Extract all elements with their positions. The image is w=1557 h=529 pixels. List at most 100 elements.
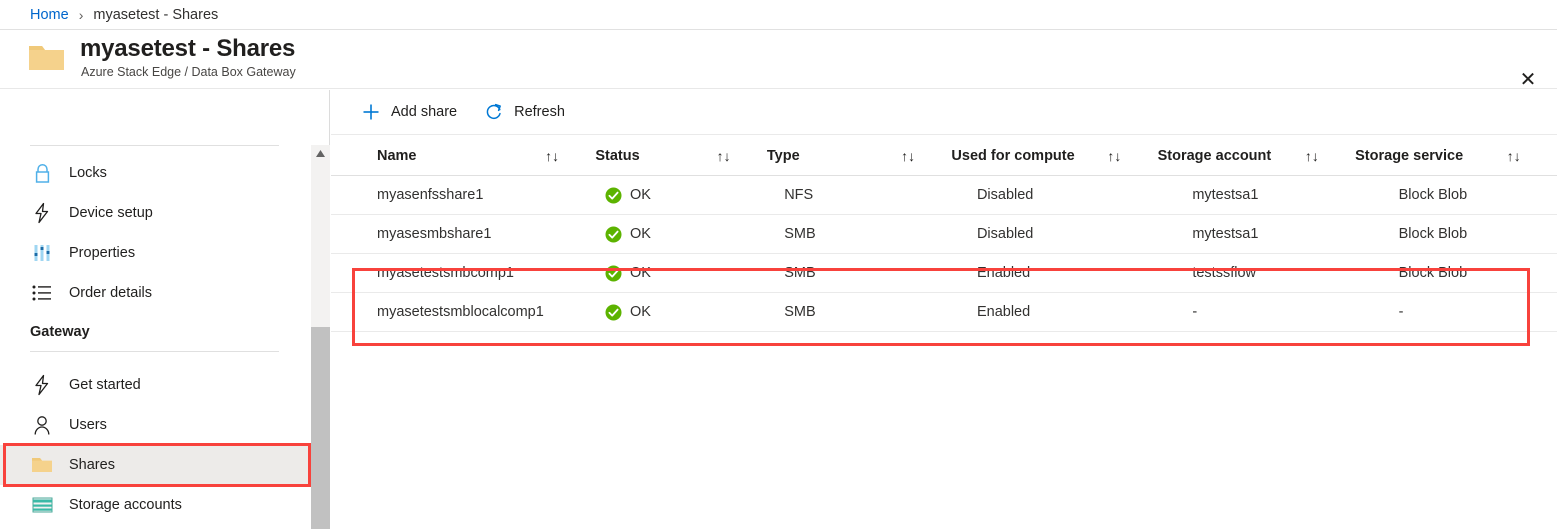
sidebar-item-label: Properties <box>69 245 136 261</box>
cell-spacer <box>553 215 605 253</box>
cell-used-for-compute: Disabled <box>976 226 1034 242</box>
sort-toggle-storage-account[interactable]: ↑↓ <box>1305 136 1355 175</box>
cell-type: SMB <box>784 304 816 320</box>
sidebar-scrollbar-thumb[interactable] <box>311 327 330 529</box>
cell-type: SMB <box>784 226 816 242</box>
command-toolbar: Add share Refresh <box>331 90 1557 135</box>
cell-storage-account: mytestsa1 <box>1192 187 1259 203</box>
status-label: OK <box>630 304 651 320</box>
cell-status: OK <box>605 254 732 292</box>
add-share-button[interactable]: Add share <box>360 96 457 128</box>
cell-type: NFS <box>784 187 814 203</box>
azure-portal-shares-blade: Home › myasetest - Shares myasetest - Sh… <box>0 0 1557 529</box>
table-row[interactable]: myasesmbshare1 OK SMB Disabled mytestsa1… <box>331 215 1557 254</box>
column-header-used-for-compute[interactable]: Used for compute <box>951 136 1107 175</box>
sidebar-item-label: Device setup <box>69 205 153 221</box>
storage-icon <box>30 493 54 517</box>
cell-name[interactable]: myasenfsshare1 <box>331 176 553 214</box>
breadcrumb-home-link[interactable]: Home <box>30 7 69 23</box>
status-label: OK <box>630 226 651 242</box>
cell-spacer <box>1346 215 1398 253</box>
check-circle-icon <box>605 187 622 204</box>
cell-name[interactable]: myasetestsmblocalcomp1 <box>331 293 553 331</box>
column-header-type[interactable]: Type <box>767 136 901 175</box>
sort-toggle-storage-service[interactable]: ↑↓ <box>1507 136 1557 175</box>
sidebar-item-get-started[interactable]: Get started <box>0 365 311 405</box>
status-label: OK <box>630 187 651 203</box>
sidebar-item-label: Storage accounts <box>69 497 182 513</box>
sidebar-item-locks[interactable]: Locks <box>0 153 311 193</box>
refresh-label: Refresh <box>514 104 565 120</box>
status-label: OK <box>630 265 651 281</box>
cell-spacer <box>732 293 784 331</box>
add-share-label: Add share <box>391 104 458 120</box>
table-row[interactable]: myasenfsshare1 OK NFS Disabled mytestsa1… <box>331 176 1557 215</box>
cell-spacer <box>1140 176 1192 214</box>
cell-spacer <box>924 176 976 214</box>
column-header-name[interactable]: Name <box>331 136 545 175</box>
cell-status: OK <box>605 176 732 214</box>
breadcrumb-current: myasetest - Shares <box>93 6 219 23</box>
table-row[interactable]: myasetestsmblocalcomp1 OK SMB Enabled - … <box>331 293 1557 332</box>
page-subtitle: Azure Stack Edge / Data Box Gateway <box>81 65 296 79</box>
sidebar-item-shares[interactable]: Shares <box>0 445 311 485</box>
check-circle-icon <box>605 265 622 282</box>
sidebar-item-label: Order details <box>69 285 153 301</box>
sidebar-item-storage-accounts[interactable]: Storage accounts <box>0 485 311 525</box>
cell-storage-service: Block Blob <box>1398 265 1468 281</box>
scroll-up-icon[interactable] <box>311 145 330 162</box>
cell-storage-account: mytestsa1 <box>1192 226 1259 242</box>
cell-storage-account: - <box>1192 304 1198 320</box>
refresh-icon <box>483 101 505 123</box>
list-icon <box>30 281 54 305</box>
breadcrumb-separator-icon: › <box>78 6 84 23</box>
sidebar-divider-top <box>30 145 279 146</box>
cell-spacer <box>732 215 784 253</box>
cell-storage-service: Block Blob <box>1398 226 1468 242</box>
sidebar-item-device-setup[interactable]: Device setup <box>0 193 311 233</box>
breadcrumb: Home › myasetest - Shares <box>0 0 1557 30</box>
cell-spacer <box>924 293 976 331</box>
sidebar-item-label: Locks <box>69 165 107 181</box>
sidebar-group-title-gateway: Gateway <box>30 324 90 340</box>
cell-spacer <box>1140 215 1192 253</box>
sidebar-item-label: Shares <box>69 457 115 473</box>
table-row[interactable]: myasetestsmbcomp1 OK SMB Enabled testssf… <box>331 254 1557 293</box>
column-header-storage-service[interactable]: Storage service <box>1355 136 1507 175</box>
sort-toggle-compute[interactable]: ↑↓ <box>1107 136 1157 175</box>
lightning-icon <box>30 373 54 397</box>
cell-storage-service: - <box>1398 304 1404 320</box>
sort-toggle-status[interactable]: ↑↓ <box>717 136 767 175</box>
cell-spacer <box>924 254 976 292</box>
cell-used-for-compute: Enabled <box>976 265 1031 281</box>
cell-name[interactable]: myasetestsmbcomp1 <box>331 254 553 292</box>
cell-spacer <box>732 254 784 292</box>
sidebar-item-order-details[interactable]: Order details <box>0 273 311 313</box>
column-header-storage-account[interactable]: Storage account <box>1158 136 1305 175</box>
sidebar-item-properties[interactable]: Properties <box>0 233 311 273</box>
cell-spacer <box>553 293 605 331</box>
cell-spacer <box>1346 293 1398 331</box>
folder-icon <box>28 43 66 73</box>
sort-toggle-type[interactable]: ↑↓ <box>901 136 951 175</box>
cell-storage-account: testssflow <box>1192 265 1256 281</box>
sidebar-divider-gateway <box>30 351 279 352</box>
sliders-icon <box>30 241 54 265</box>
cell-spacer <box>1140 293 1192 331</box>
folder-icon <box>30 453 54 477</box>
cell-used-for-compute: Disabled <box>976 187 1034 203</box>
lightning-icon <box>30 201 54 225</box>
cell-spacer <box>732 176 784 214</box>
sidebar: Locks Device setup Properties Order deta… <box>0 90 330 529</box>
cell-spacer <box>1140 254 1192 292</box>
refresh-button[interactable]: Refresh <box>483 96 565 128</box>
cell-spacer <box>1346 254 1398 292</box>
sort-toggle-name[interactable]: ↑↓ <box>545 136 595 175</box>
shares-table: Name ↑↓ Status ↑↓ Type ↑↓ Used for compu… <box>331 136 1557 332</box>
lock-icon <box>30 161 54 185</box>
main-content: Add share Refresh Name ↑↓ Status ↑↓ Type… <box>331 90 1557 529</box>
cell-spacer <box>1346 176 1398 214</box>
cell-name[interactable]: myasesmbshare1 <box>331 215 553 253</box>
column-header-status[interactable]: Status <box>595 136 716 175</box>
sidebar-item-users[interactable]: Users <box>0 405 311 445</box>
